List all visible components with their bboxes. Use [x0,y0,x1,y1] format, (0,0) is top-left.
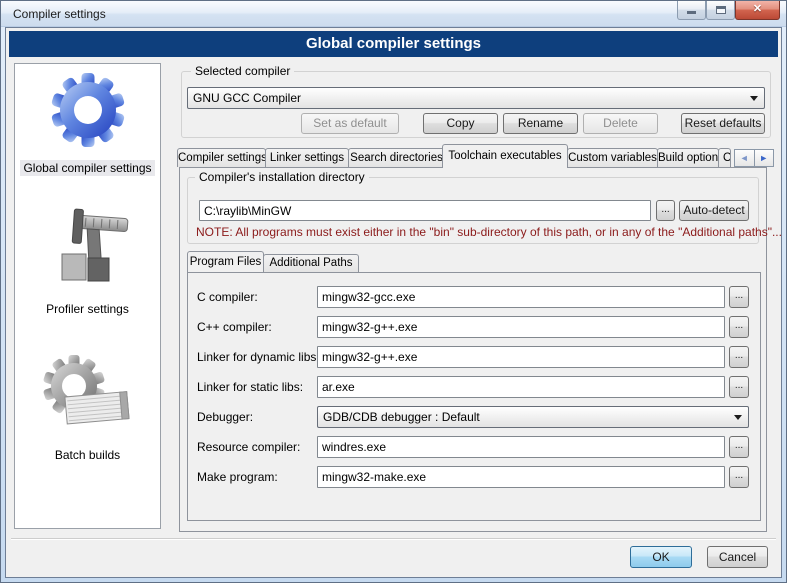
set-as-default-button[interactable]: Set as default [301,113,399,134]
auto-detect-button[interactable]: Auto-detect [679,200,749,221]
dialog-header: Global compiler settings [9,31,778,57]
settings-category-list: Global compiler settings [14,63,161,529]
tab-other-settings-clipped[interactable]: Other settings [718,148,731,167]
sidebar-item-label: Profiler settings [43,301,132,317]
close-icon: ✕ [736,1,779,18]
dynamic-linker-label: Linker for dynamic libs: [197,346,320,368]
minimize-button[interactable] [677,1,706,20]
compiler-select-value: GNU GCC Compiler [193,91,301,105]
dynamic-linker-input[interactable] [317,346,725,368]
reset-defaults-button[interactable]: Reset defaults [681,113,765,134]
install-dir-browse-button[interactable]: ... [656,200,675,221]
install-dir-group-label: Compiler's installation directory [195,170,369,184]
resource-compiler-input[interactable] [317,436,725,458]
c-compiler-browse-button[interactable]: ... [729,286,749,308]
ok-button[interactable]: OK [630,546,692,568]
install-dir-input[interactable] [199,200,651,221]
sidebar-item-profiler-settings[interactable]: Profiler settings [15,206,160,318]
resource-compiler-browse-button[interactable]: ... [729,436,749,458]
sidebar-item-label: Global compiler settings [20,160,154,176]
debugger-combo[interactable]: GDB/CDB debugger : Default [317,406,749,428]
compiler-select-combo[interactable]: GNU GCC Compiler [187,87,765,109]
c-compiler-input[interactable] [317,286,725,308]
dialog-client-area: Global compiler settings [5,27,782,578]
selected-compiler-group-label: Selected compiler [191,64,294,78]
sidebar-item-global-compiler-settings[interactable]: Global compiler settings [15,69,160,177]
cpp-compiler-input[interactable] [317,316,725,338]
minimize-icon [687,11,696,14]
tab-custom-variables[interactable]: Custom variables [567,148,658,167]
compiler-settings-window: Compiler settings ✕ Global compiler sett… [0,0,787,583]
dropdown-arrow-icon [750,96,758,101]
footer-divider [11,538,776,540]
subtab-program-files[interactable]: Program Files [187,251,264,272]
rename-button[interactable]: Rename [503,113,578,134]
debugger-combo-value: GDB/CDB debugger : Default [323,410,480,424]
static-linker-input[interactable] [317,376,725,398]
maximize-icon [716,6,726,14]
dynamic-linker-browse-button[interactable]: ... [729,346,749,368]
tab-scroll-right-icon[interactable]: ► [754,149,775,167]
cpp-compiler-browse-button[interactable]: ... [729,316,749,338]
delete-button[interactable]: Delete [583,113,658,134]
tab-toolchain-executables[interactable]: Toolchain executables [442,144,568,168]
make-program-browse-button[interactable]: ... [729,466,749,488]
sidebar-item-batch-builds[interactable]: Batch builds [15,352,160,464]
close-button[interactable]: ✕ [735,1,780,20]
tab-search-directories[interactable]: Search directories [348,148,445,167]
c-compiler-label: C compiler: [197,286,258,308]
title-bar[interactable]: Compiler settings [1,1,786,27]
dialog-header-title: Global compiler settings [9,31,778,57]
window-title: Compiler settings [13,7,106,21]
make-program-input[interactable] [317,466,725,488]
tab-build-options[interactable]: Build options [657,148,719,167]
tab-scroll-left-icon[interactable]: ◄ [734,149,754,167]
sidebar-item-label: Batch builds [52,447,123,463]
blue-gear-icon [47,69,129,151]
maximize-button[interactable] [706,1,735,20]
make-program-label: Make program: [197,466,278,488]
static-linker-browse-button[interactable]: ... [729,376,749,398]
install-dir-note: NOTE: All programs must exist either in … [196,225,782,239]
dropdown-arrow-icon [734,415,742,420]
cpp-compiler-label: C++ compiler: [197,316,272,338]
caliper-icon [40,206,136,292]
tab-compiler-settings[interactable]: Compiler settings [177,148,266,167]
tab-scroll-control: ◄ ► [734,149,774,167]
static-linker-label: Linker for static libs: [197,376,303,398]
copy-button[interactable]: Copy [423,113,498,134]
resource-compiler-label: Resource compiler: [197,436,300,458]
cancel-button[interactable]: Cancel [707,546,768,568]
gray-gear-stack-icon [38,352,138,438]
debugger-label: Debugger: [197,406,253,428]
tab-linker-settings[interactable]: Linker settings [265,148,349,167]
subtab-additional-paths[interactable]: Additional Paths [263,254,359,272]
